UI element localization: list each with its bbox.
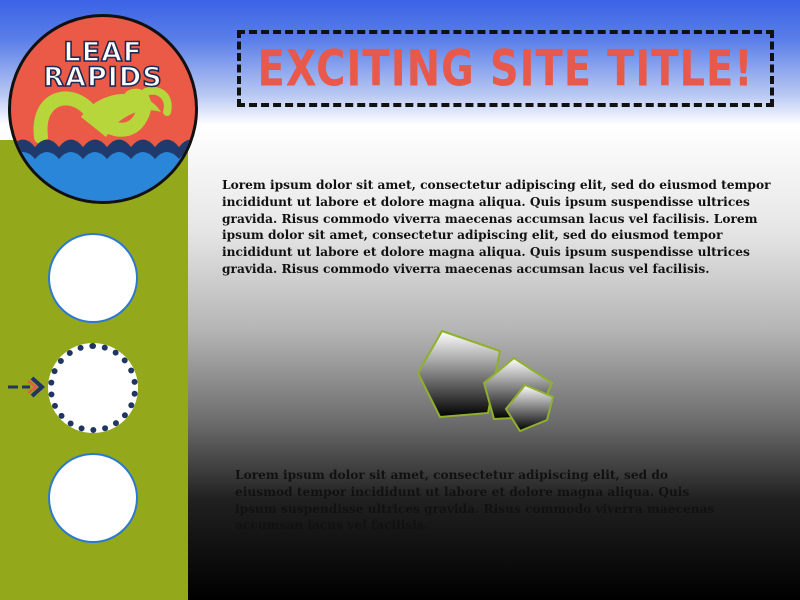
site-title: EXCITING SITE TITLE! xyxy=(257,39,754,98)
logo-text-line2: RAPIDS xyxy=(42,62,163,93)
content-paragraph-2: Lorem ipsum dolor sit amet, consectetur … xyxy=(235,468,715,533)
site-logo[interactable]: LEAF RAPIDS xyxy=(8,14,198,204)
nav-circle-1[interactable] xyxy=(48,233,138,323)
pentagons-icon xyxy=(416,329,555,433)
nav-circle-3[interactable] xyxy=(48,453,138,543)
arrow-right-icon xyxy=(8,376,45,398)
nav-circle-2[interactable] xyxy=(48,343,138,433)
title-box: EXCITING SITE TITLE! xyxy=(237,30,774,107)
content-paragraph-1: Lorem ipsum dolor sit amet, consectetur … xyxy=(222,178,771,276)
